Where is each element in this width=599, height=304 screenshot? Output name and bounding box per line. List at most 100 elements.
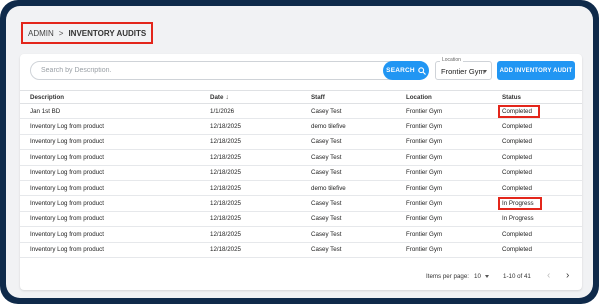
page-range-label: 1-10 of 41 — [503, 273, 531, 280]
cell-staff: Casey Test — [301, 149, 396, 166]
cell-status: In Progress — [492, 195, 582, 212]
status-text: Completed — [502, 169, 532, 177]
cell-description: Inventory Log from product — [20, 242, 210, 258]
cell-staff: demo tilefive — [301, 180, 396, 197]
cell-location: Frontier Gym — [396, 165, 492, 181]
location-label: Location — [440, 57, 463, 63]
status-text: Completed — [502, 230, 532, 238]
cell-staff: Casey Test — [301, 226, 396, 243]
cell-description: Inventory Log from product — [20, 118, 210, 135]
status-text: In Progress — [498, 197, 542, 211]
cell-staff: Casey Test — [301, 242, 396, 258]
cell-description: Inventory Log from product — [20, 134, 210, 151]
cell-staff: Casey Test — [301, 165, 396, 181]
cell-date: 12/18/2025 — [210, 180, 301, 197]
breadcrumb-separator: > — [58, 28, 64, 38]
header-staff[interactable]: Staff — [301, 90, 396, 104]
cell-location: Frontier Gym — [396, 226, 492, 243]
table-row[interactable]: Jan 1st BD 1/1/2026 Casey Test Frontier Gym… — [20, 103, 582, 120]
table-row[interactable]: Inventory Log from product 12/18/2025 Case… — [20, 195, 582, 212]
cell-status: Completed — [492, 103, 582, 120]
cell-description: Inventory Log from product — [20, 180, 210, 197]
search-button[interactable]: SEARCH — [383, 61, 429, 80]
chevron-down-icon — [483, 70, 487, 73]
cell-location: Frontier Gym — [396, 103, 492, 120]
cell-location: Frontier Gym — [396, 242, 492, 258]
header-location[interactable]: Location — [396, 90, 492, 104]
table-row[interactable]: Inventory Log from product 12/18/2025 Case… — [20, 134, 582, 151]
search-button-label: SEARCH — [386, 67, 415, 74]
cell-staff: Casey Test — [301, 211, 396, 228]
cell-date: 12/18/2025 — [210, 149, 301, 166]
cell-date: 1/1/2026 — [210, 103, 301, 120]
cell-status: Completed — [492, 118, 582, 135]
cell-status: Completed — [492, 180, 582, 197]
cell-description: Inventory Log from product — [20, 149, 210, 166]
cell-staff: Casey Test — [301, 195, 396, 212]
audits-card: SEARCH Location Frontier Gym ADD INVENTO… — [20, 54, 582, 290]
header-status[interactable]: Status — [492, 90, 582, 104]
audits-table: Description Date ↓ Staff Location Status … — [20, 90, 582, 258]
cell-staff: demo tilefive — [301, 118, 396, 135]
chevron-right-icon[interactable]: › — [566, 270, 569, 281]
table-row[interactable]: Inventory Log from product 12/18/2025 Case… — [20, 226, 582, 243]
paginator: Items per page: 10 1-10 of 41 ‹ › — [20, 266, 582, 288]
location-select[interactable]: Location Frontier Gym — [435, 57, 492, 80]
chevron-left-icon[interactable]: ‹ — [547, 270, 550, 281]
cell-description: Inventory Log from product — [20, 165, 210, 181]
cell-status: Completed — [492, 165, 582, 181]
search-icon — [418, 66, 426, 75]
breadcrumb: ADMIN > INVENTORY AUDITS — [21, 22, 154, 44]
cell-date: 12/18/2025 — [210, 242, 301, 258]
sort-arrow-down-icon: ↓ — [225, 93, 229, 101]
table-row[interactable]: Inventory Log from product 12/18/2025 Case… — [20, 149, 582, 166]
cell-location: Frontier Gym — [396, 149, 492, 166]
header-date-label: Date — [210, 93, 224, 101]
cell-date: 12/18/2025 — [210, 195, 301, 212]
items-per-page-select[interactable]: 10 — [474, 273, 481, 280]
items-per-page-label: Items per page: — [426, 273, 469, 280]
cell-status: Completed — [492, 134, 582, 151]
breadcrumb-current: INVENTORY AUDITS — [68, 28, 147, 38]
table-row[interactable]: Inventory Log from product 12/18/2025 demo… — [20, 180, 582, 197]
table-row[interactable]: Inventory Log from product 12/18/2025 Case… — [20, 242, 582, 258]
location-value: Frontier Gym — [441, 67, 485, 76]
table-row[interactable]: Inventory Log from product 12/18/2025 Case… — [20, 211, 582, 228]
cell-status: Completed — [492, 242, 582, 258]
cell-description: Inventory Log from product — [20, 211, 210, 228]
table-row[interactable]: Inventory Log from product 12/18/2025 Case… — [20, 165, 582, 181]
cell-location: Frontier Gym — [396, 195, 492, 212]
chevron-down-icon[interactable] — [485, 275, 489, 278]
status-text: In Progress — [502, 215, 534, 223]
cell-location: Frontier Gym — [396, 180, 492, 197]
status-text: Completed — [502, 138, 532, 146]
cell-date: 12/18/2025 — [210, 211, 301, 228]
cell-date: 12/18/2025 — [210, 226, 301, 243]
header-description[interactable]: Description — [20, 90, 210, 104]
header-date[interactable]: Date ↓ — [210, 90, 301, 104]
cell-status: In Progress — [492, 211, 582, 228]
cell-staff: Casey Test — [301, 103, 396, 120]
table-row[interactable]: Inventory Log from product 12/18/2025 demo… — [20, 118, 582, 135]
breadcrumb-admin[interactable]: ADMIN — [28, 29, 54, 38]
cell-location: Frontier Gym — [396, 134, 492, 151]
device-frame: ADMIN > INVENTORY AUDITS SEARCH Location — [0, 0, 599, 304]
status-text: Completed — [498, 104, 540, 118]
cell-date: 12/18/2025 — [210, 165, 301, 181]
add-inventory-audit-button[interactable]: ADD INVENTORY AUDIT — [497, 61, 575, 80]
cell-location: Frontier Gym — [396, 211, 492, 228]
status-text: Completed — [502, 246, 532, 254]
status-text: Completed — [502, 153, 532, 161]
cell-description: Jan 1st BD — [20, 103, 210, 120]
cell-status: Completed — [492, 149, 582, 166]
cell-status: Completed — [492, 226, 582, 243]
table-header-row: Description Date ↓ Staff Location Status — [20, 90, 582, 104]
search-input[interactable] — [41, 67, 371, 74]
status-text: Completed — [502, 123, 532, 131]
toolbar: SEARCH Location Frontier Gym ADD INVENTO… — [20, 54, 582, 90]
cell-description: Inventory Log from product — [20, 195, 210, 212]
cell-location: Frontier Gym — [396, 118, 492, 135]
search-field[interactable] — [30, 61, 428, 80]
status-text: Completed — [502, 184, 532, 192]
cell-date: 12/18/2025 — [210, 134, 301, 151]
